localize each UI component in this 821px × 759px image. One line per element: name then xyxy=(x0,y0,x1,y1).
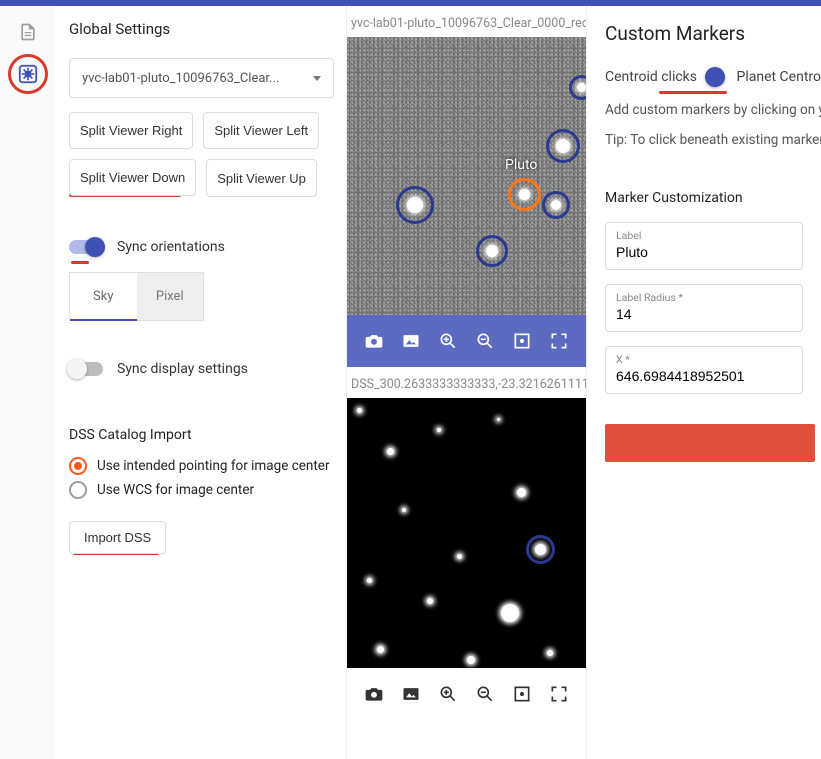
annotation-underline xyxy=(659,91,727,94)
centroid-clicks-toggle[interactable] xyxy=(711,70,723,84)
viewer1-image[interactable]: Pluto xyxy=(347,37,586,315)
planet-centroid-label: Planet Centro xyxy=(737,69,821,85)
marker-label-pluto: Pluto xyxy=(505,157,537,173)
fit-icon[interactable] xyxy=(510,329,534,353)
dss-option-intended[interactable]: Use intended pointing for image center xyxy=(69,457,334,475)
split-viewer-right-button[interactable]: Split Viewer Right xyxy=(69,112,193,149)
image-select[interactable]: yvc-lab01-pluto_10096763_Clear... xyxy=(69,58,334,98)
hint-line1: Add custom markers by clicking on you xyxy=(605,102,821,118)
dss-title: DSS Catalog Import xyxy=(69,427,334,443)
viewer1-toolbar xyxy=(347,315,586,367)
dss-option-wcs[interactable]: Use WCS for image center xyxy=(69,481,334,499)
field-label: Label Radius * xyxy=(616,291,792,304)
center-panel: yvc-lab01-pluto_10096763_Clear_0000_red … xyxy=(347,6,587,759)
radio-icon xyxy=(69,457,87,475)
field-label: Label xyxy=(616,229,792,242)
zoom-out-icon[interactable] xyxy=(473,329,497,353)
marker-customization-title: Marker Customization xyxy=(605,190,821,206)
centroid-clicks-label: Centroid clicks xyxy=(605,69,697,85)
icon-rail xyxy=(0,6,55,759)
label-radius-input[interactable] xyxy=(616,306,792,322)
sync-orientations-toggle[interactable] xyxy=(69,240,103,254)
image-icon[interactable] xyxy=(399,329,423,353)
dss-option-label: Use WCS for image center xyxy=(97,482,254,498)
document-icon[interactable] xyxy=(16,20,40,44)
x-input[interactable] xyxy=(616,368,792,384)
zoom-in-icon[interactable] xyxy=(436,682,460,706)
custom-markers-title: Custom Markers xyxy=(605,22,821,45)
label-field[interactable]: Label xyxy=(605,222,803,270)
dss-option-label: Use intended pointing for image center xyxy=(97,458,330,474)
fullscreen-icon[interactable] xyxy=(547,329,571,353)
label-radius-field[interactable]: Label Radius * xyxy=(605,284,803,332)
x-field[interactable]: X * xyxy=(605,346,803,394)
label-input[interactable] xyxy=(616,244,792,260)
image-select-value: yvc-lab01-pluto_10096763_Clear... xyxy=(82,71,279,86)
split-viewer-up-button[interactable]: Split Viewer Up xyxy=(206,159,317,197)
field-label: X * xyxy=(616,353,792,366)
tab-sky[interactable]: Sky xyxy=(70,273,137,320)
settings-badge-icon[interactable] xyxy=(16,62,40,86)
zoom-out-icon[interactable] xyxy=(473,682,497,706)
right-panel: Custom Markers Centroid clicks Planet Ce… xyxy=(587,6,821,759)
viewer1-title: yvc-lab01-pluto_10096763_Clear_0000_red xyxy=(347,6,586,37)
import-dss-button[interactable]: Import DSS xyxy=(69,521,166,554)
viewer2-toolbar xyxy=(347,668,586,720)
sync-display-toggle[interactable] xyxy=(69,362,103,376)
fit-icon[interactable] xyxy=(510,682,534,706)
split-viewer-down-button[interactable]: Split Viewer Down xyxy=(69,159,196,196)
viewer2-image[interactable] xyxy=(347,398,586,668)
orientation-tabs: Sky Pixel xyxy=(69,272,204,321)
radio-icon xyxy=(69,481,87,499)
fullscreen-icon[interactable] xyxy=(547,682,571,706)
sync-orientations-label: Sync orientations xyxy=(117,239,225,255)
viewer2-title: DSS_300.2633333333333,-23.3216261111 xyxy=(347,367,586,398)
sync-display-label: Sync display settings xyxy=(117,361,248,377)
hint-line2: Tip: To click beneath existing markers h xyxy=(605,132,821,148)
split-viewer-left-button[interactable]: Split Viewer Left xyxy=(203,112,319,149)
global-settings-title: Global Settings xyxy=(69,20,334,38)
tab-pixel[interactable]: Pixel xyxy=(137,273,204,320)
annotation-underline xyxy=(71,261,89,264)
camera-icon[interactable] xyxy=(362,329,386,353)
zoom-in-icon[interactable] xyxy=(436,329,460,353)
chevron-down-icon xyxy=(313,76,321,81)
image-icon[interactable] xyxy=(399,682,423,706)
left-panel: Global Settings yvc-lab01-pluto_10096763… xyxy=(55,6,347,759)
apply-marker-button[interactable] xyxy=(605,424,815,462)
camera-icon[interactable] xyxy=(362,682,386,706)
